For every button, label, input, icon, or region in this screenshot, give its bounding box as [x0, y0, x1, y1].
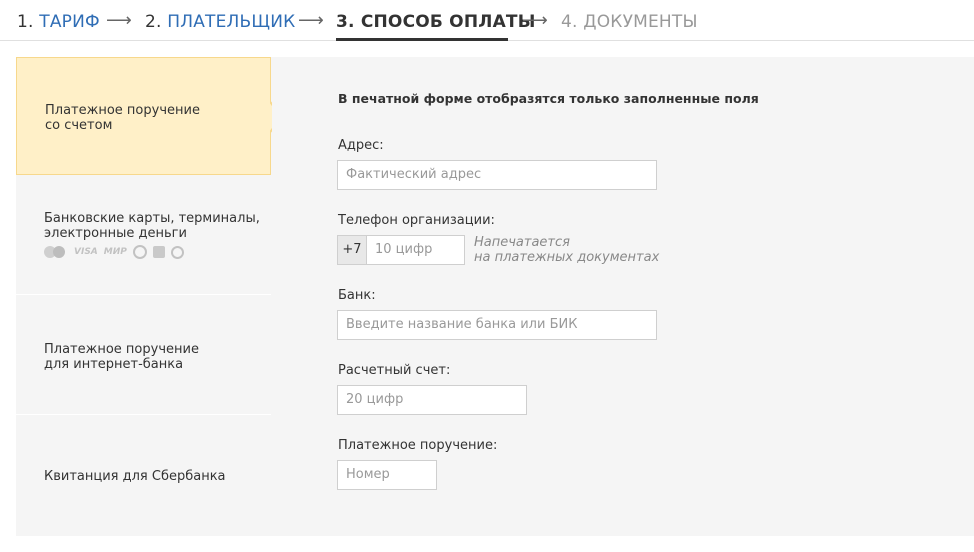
- method-invoice-order[interactable]: Платежное поручение со счетом: [16, 57, 271, 175]
- visa-icon: VISA: [74, 247, 98, 257]
- method-label: Платежное поручение со счетом: [45, 103, 200, 133]
- step-documents-label: ДОКУМЕНТЫ: [583, 12, 698, 32]
- bank-input[interactable]: Введите название банка или БИК: [337, 310, 657, 340]
- address-input[interactable]: Фактический адрес: [337, 160, 657, 190]
- step-number: 2.: [145, 12, 162, 32]
- payment-form-panel: В печатной форме отобразятся только запо…: [272, 57, 974, 536]
- phone-prefix: +7: [337, 235, 367, 265]
- step-number: 1.: [17, 12, 34, 32]
- step-tariff[interactable]: 1. ТАРИФ: [17, 11, 100, 33]
- order-number-input[interactable]: Номер: [337, 460, 437, 490]
- phone-hint: Напечатается на платежных документах: [474, 235, 660, 265]
- method-label: Платежное поручение для интернет-банка: [44, 342, 199, 372]
- payment-icons: VISA МИР: [44, 245, 184, 259]
- method-internet-bank-order[interactable]: Платежное поручение для интернет-банка: [16, 295, 271, 415]
- method-cards-emoney[interactable]: Банковские карты, терминалы, электронные…: [16, 175, 271, 295]
- method-label: Квитанция для Сбербанка: [44, 469, 226, 484]
- checkout-stepper: 1. ТАРИФ ⟶ 2. ПЛАТЕЛЬЩИК ⟶ 3. СПОСОБ ОПЛ…: [0, 0, 974, 41]
- webmoney-icon: [132, 245, 147, 259]
- step-arrow-icon: ⟶: [106, 10, 132, 31]
- mastercard-icon: [44, 245, 68, 259]
- order-label: Платежное поручение:: [338, 438, 498, 453]
- form-notice: В печатной форме отобразятся только запо…: [338, 91, 759, 106]
- step-number: 4.: [561, 12, 578, 32]
- step-arrow-icon: ⟶: [298, 10, 324, 31]
- address-label: Адрес:: [338, 138, 384, 153]
- step-number: 3.: [336, 12, 355, 32]
- method-sberbank-receipt[interactable]: Квитанция для Сбербанка: [16, 415, 271, 536]
- account-input[interactable]: 20 цифр: [337, 385, 527, 415]
- step-documents: 4. ДОКУМЕНТЫ: [561, 11, 698, 33]
- current-step-underline: [336, 38, 508, 41]
- step-payer[interactable]: 2. ПЛАТЕЛЬЩИК: [145, 11, 295, 33]
- step-tariff-link[interactable]: ТАРИФ: [39, 12, 100, 32]
- step-payer-link[interactable]: ПЛАТЕЛЬЩИК: [167, 12, 295, 32]
- qiwi-icon: [170, 245, 184, 259]
- step-arrow-icon: ⟶: [522, 10, 548, 31]
- phone-input[interactable]: 10 цифр: [366, 235, 465, 265]
- step-payment-method: 3. СПОСОБ ОПЛАТЫ: [336, 11, 536, 33]
- mir-icon: МИР: [103, 247, 127, 257]
- wallet-icon: [152, 246, 165, 258]
- method-label: Банковские карты, терминалы, электронные…: [44, 211, 260, 241]
- account-label: Расчетный счет:: [338, 363, 451, 378]
- payment-methods-sidebar: Платежное поручение со счетом Банковские…: [16, 57, 272, 536]
- phone-label: Телефон организации:: [338, 213, 495, 228]
- step-payment-method-label: СПОСОБ ОПЛАТЫ: [360, 12, 536, 32]
- bank-label: Банк:: [338, 288, 376, 303]
